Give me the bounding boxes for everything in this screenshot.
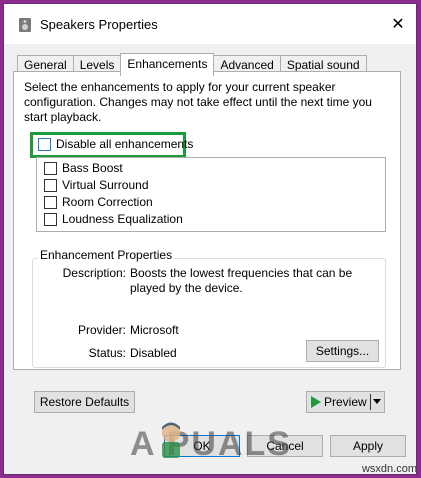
disable-all-checkbox-row[interactable]: Disable all enhancements <box>38 137 193 151</box>
ok-button[interactable]: OK <box>164 435 240 457</box>
settings-button-label: Settings... <box>315 344 370 358</box>
disable-all-checkbox[interactable] <box>38 137 51 151</box>
list-item[interactable]: Room Correction <box>44 195 153 209</box>
virtual-surround-checkbox[interactable] <box>44 178 57 192</box>
loudness-equalization-checkbox[interactable] <box>44 212 57 226</box>
ok-label: OK <box>193 439 211 453</box>
close-button[interactable]: ✕ <box>386 13 410 35</box>
list-item[interactable]: Bass Boost <box>44 161 123 175</box>
loudness-equalization-label: Loudness Equalization <box>62 212 183 226</box>
split-separator <box>370 394 371 410</box>
status-label: Status: <box>88 346 126 360</box>
enhancement-properties-legend: Enhancement Properties <box>38 248 175 262</box>
settings-button[interactable]: Settings... <box>306 340 379 362</box>
intro-text: Select the enhancements to apply for you… <box>24 80 372 124</box>
preview-label: Preview <box>324 395 367 409</box>
bass-boost-checkbox[interactable] <box>44 161 57 175</box>
list-item[interactable]: Virtual Surround <box>44 178 149 192</box>
bass-boost-label: Bass Boost <box>62 161 123 175</box>
tab-enhancements[interactable]: Enhancements <box>120 53 215 76</box>
cancel-button[interactable]: Cancel <box>247 435 323 457</box>
description-label: Description: <box>62 266 126 280</box>
play-icon <box>311 396 321 408</box>
restore-defaults-label: Restore Defaults <box>39 395 130 409</box>
room-correction-label: Room Correction <box>62 195 153 209</box>
close-icon: ✕ <box>391 16 405 33</box>
status-value: Disabled <box>130 346 177 360</box>
room-correction-checkbox[interactable] <box>44 195 57 209</box>
site-watermark: wsxdn.com <box>361 463 417 475</box>
title-bar[interactable]: Speakers Properties ✕ <box>4 4 416 44</box>
preview-button[interactable]: Preview <box>306 391 385 413</box>
chevron-down-icon[interactable] <box>373 399 381 404</box>
description-value: Boosts the lowest frequencies that can b… <box>130 266 353 295</box>
speaker-icon <box>19 18 31 32</box>
apply-button[interactable]: Apply <box>330 435 406 457</box>
apply-label: Apply <box>352 439 384 453</box>
window-title: Speakers Properties <box>40 17 158 32</box>
disable-all-label: Disable all enhancements <box>56 137 194 151</box>
cancel-label: Cancel <box>266 439 304 453</box>
restore-defaults-button[interactable]: Restore Defaults <box>34 391 135 413</box>
provider-value: Microsoft <box>130 323 179 337</box>
virtual-surround-label: Virtual Surround <box>62 178 149 192</box>
list-item[interactable]: Loudness Equalization <box>44 212 183 226</box>
provider-label: Provider: <box>77 323 126 337</box>
